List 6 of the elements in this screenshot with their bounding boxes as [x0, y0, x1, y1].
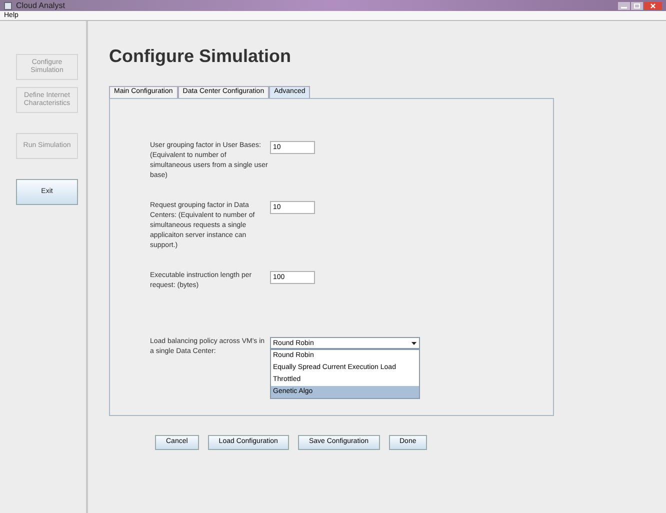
maximize-icon[interactable] — [631, 2, 643, 10]
window-title: Cloud Analyst — [16, 2, 65, 10]
app-icon — [4, 2, 12, 10]
minimize-icon[interactable] — [618, 2, 630, 10]
page-heading: Configure Simulation — [109, 47, 292, 65]
close-icon[interactable] — [644, 2, 662, 10]
